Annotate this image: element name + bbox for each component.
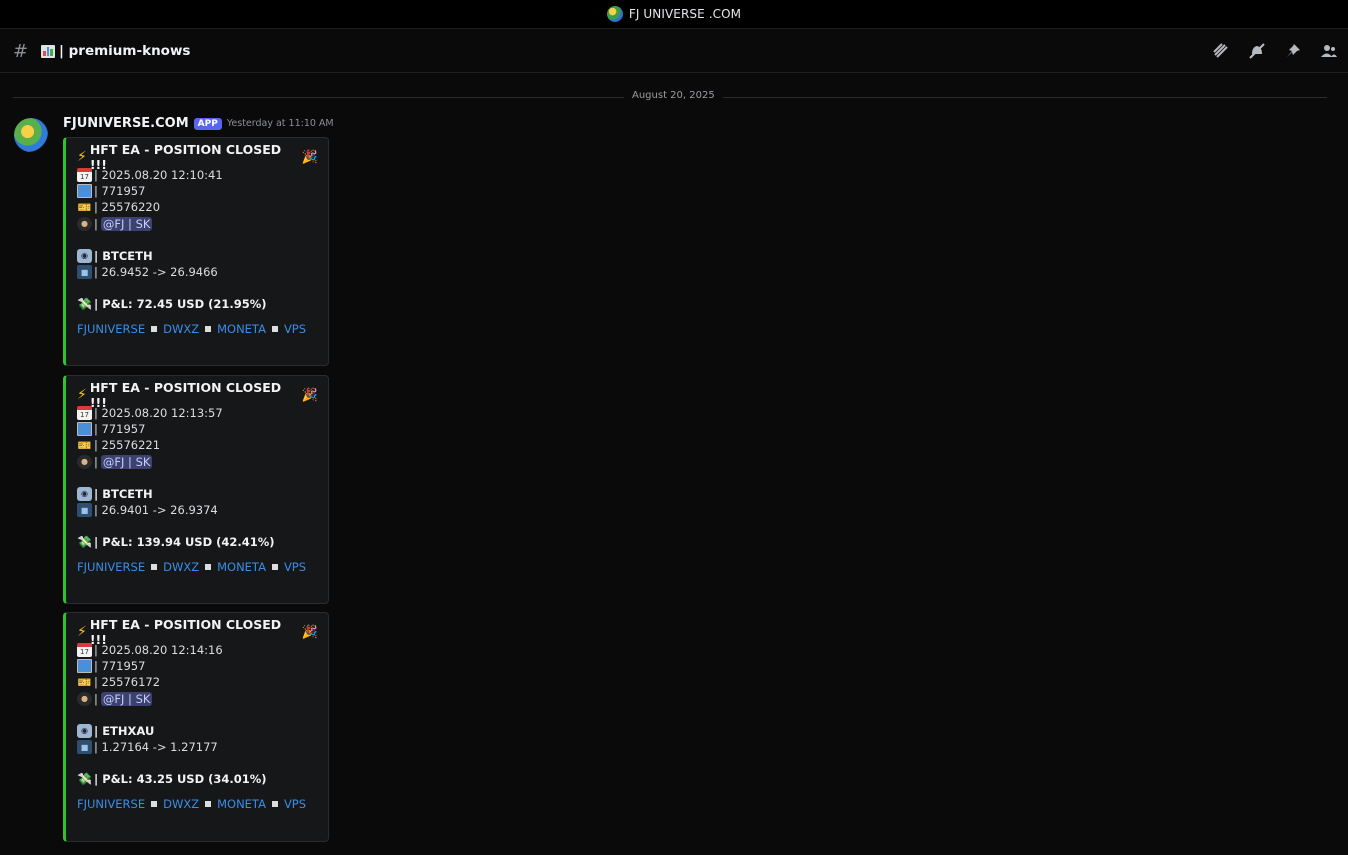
members-icon[interactable] <box>1318 40 1340 62</box>
money-wings-icon: 💸 <box>77 772 92 787</box>
ticket-icon: 🎫 <box>77 675 92 689</box>
trade-embed: ⚡ HFT EA - POSITION CLOSED !!! 🎉 17 | 2025.… <box>63 137 329 366</box>
floppy-disk-icon: ■ <box>77 740 92 755</box>
user-mention[interactable]: @FJ | SK <box>100 216 153 231</box>
embed-prices-line: ■ | 26.9452 -> 26.9466 <box>77 264 318 280</box>
link-moneta[interactable]: MONETA <box>217 797 266 811</box>
embed-mention-line: ● | @FJ | SK <box>77 691 318 707</box>
party-popper-icon: 🎉 <box>301 624 318 640</box>
calendar-icon: 17 <box>77 168 92 183</box>
embed-symbol-line: ◉ | BTCETH <box>77 486 318 502</box>
embed-links: FJUNIVERSE DWXZ MONETA VPS <box>77 558 318 576</box>
embed-title: ⚡ HFT EA - POSITION CLOSED !!! 🎉 <box>77 380 318 410</box>
party-popper-icon: 🎉 <box>301 387 318 403</box>
link-dwxz[interactable]: DWXZ <box>163 322 199 336</box>
embed-symbol-line: ◉ | BTCETH <box>77 248 318 264</box>
calendar-icon: 17 <box>77 643 92 658</box>
link-fjuniverse[interactable]: FJUNIVERSE <box>77 560 145 574</box>
calendar-icon: 17 <box>77 406 92 421</box>
ninja-icon: ● <box>77 691 92 706</box>
window-titlebar: FJ UNIVERSE .COM <box>0 0 1348 29</box>
embed-account-line: | 771957 <box>77 658 318 674</box>
trade-embed: ⚡ HFT EA - POSITION CLOSED !!! 🎉 17 | 2025.… <box>63 612 329 842</box>
link-moneta[interactable]: MONETA <box>217 560 266 574</box>
embed-account-line: | 771957 <box>77 183 318 199</box>
author-name[interactable]: FJUNIVERSE.COM <box>63 116 189 131</box>
embed-pnl-line: 💸 | P&L: 139.94 USD (42.41%) <box>77 535 275 550</box>
computer-icon <box>77 659 92 674</box>
lightning-icon: ⚡ <box>77 624 87 640</box>
message-timestamp[interactable]: Yesterday at 11:10 AM <box>227 118 334 129</box>
embed-ticket-line: 🎫 | 25576221 <box>77 438 161 453</box>
embed-ticket-line: 🎫 | 25576172 <box>77 675 161 690</box>
lightning-icon: ⚡ <box>77 149 87 165</box>
window-title: FJ UNIVERSE .COM <box>628 7 742 21</box>
computer-icon <box>77 422 92 437</box>
message-header: FJUNIVERSE.COM APP Yesterday at 11:10 AM <box>63 116 334 131</box>
notification-muted-icon[interactable] <box>1246 40 1268 62</box>
lightning-icon: ⚡ <box>77 387 87 403</box>
link-dwxz[interactable]: DWXZ <box>163 560 199 574</box>
trade-embed: ⚡ HFT EA - POSITION CLOSED !!! 🎉 17 | 2025.… <box>63 375 329 604</box>
embed-links: FJUNIVERSE DWXZ MONETA VPS <box>77 320 318 338</box>
link-fjuniverse[interactable]: FJUNIVERSE <box>77 797 145 811</box>
app-logo-icon <box>606 6 623 22</box>
embed-account-line: | 771957 <box>77 421 318 437</box>
link-moneta[interactable]: MONETA <box>217 322 266 336</box>
embed-links: FJUNIVERSE DWXZ MONETA VPS <box>77 795 318 813</box>
embed-ticket-line: 🎫 | 25576220 <box>77 200 161 215</box>
floppy-disk-icon: ■ <box>77 503 92 518</box>
embed-pnl-line: 💸 | P&L: 72.45 USD (21.95%) <box>77 297 267 312</box>
threads-icon[interactable] <box>1210 40 1232 62</box>
channel-hash-icon: # <box>13 40 29 62</box>
embed-mention-line: ● | @FJ | SK <box>77 454 318 470</box>
robot-icon: ◉ <box>77 248 92 263</box>
ticket-icon: 🎫 <box>77 438 92 452</box>
embed-mention-line: ● | @FJ | SK <box>77 216 318 232</box>
embed-title: ⚡ HFT EA - POSITION CLOSED !!! 🎉 <box>77 617 318 647</box>
embed-prices-line: ■ | 26.9401 -> 26.9374 <box>77 502 318 518</box>
party-popper-icon: 🎉 <box>301 149 318 165</box>
ninja-icon: ● <box>77 216 92 231</box>
pin-icon[interactable] <box>1282 40 1304 62</box>
link-vps[interactable]: VPS <box>284 560 306 574</box>
computer-icon <box>77 184 92 199</box>
link-dwxz[interactable]: DWXZ <box>163 797 199 811</box>
link-fjuniverse[interactable]: FJUNIVERSE <box>77 322 145 336</box>
user-mention[interactable]: @FJ | SK <box>100 691 153 706</box>
date-divider-label: August 20, 2025 <box>624 90 723 101</box>
channel-name[interactable]: | premium-knows <box>59 43 190 59</box>
money-wings-icon: 💸 <box>77 535 92 550</box>
bar-chart-icon <box>41 44 55 58</box>
author-avatar[interactable] <box>14 118 48 152</box>
money-wings-icon: 💸 <box>77 297 92 312</box>
robot-icon: ◉ <box>77 486 92 501</box>
embed-pnl-line: 💸 | P&L: 43.25 USD (34.01%) <box>77 772 267 787</box>
floppy-disk-icon: ■ <box>77 265 92 280</box>
channel-header: # | premium-knows <box>0 30 1348 73</box>
user-mention[interactable]: @FJ | SK <box>100 454 153 469</box>
embed-symbol-line: ◉ | ETHXAU <box>77 723 318 739</box>
robot-icon: ◉ <box>77 723 92 738</box>
embed-title: ⚡ HFT EA - POSITION CLOSED !!! 🎉 <box>77 142 318 172</box>
app-badge: APP <box>193 117 222 130</box>
link-vps[interactable]: VPS <box>284 322 306 336</box>
ticket-icon: 🎫 <box>77 200 92 214</box>
link-vps[interactable]: VPS <box>284 797 306 811</box>
embed-prices-line: ■ | 1.27164 -> 1.27177 <box>77 739 318 755</box>
ninja-icon: ● <box>77 454 92 469</box>
